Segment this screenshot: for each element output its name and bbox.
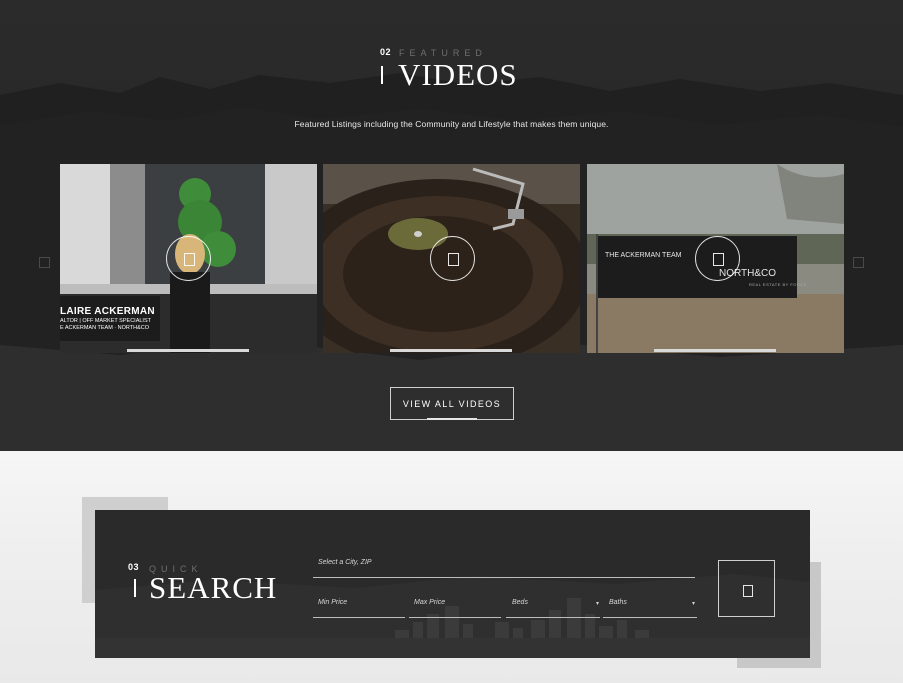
- banner-team: THE ACKERMAN TEAM: [605, 252, 682, 259]
- location-underline: [313, 577, 695, 578]
- section-number: 03: [128, 562, 140, 572]
- arrow-right-icon[interactable]: [853, 257, 864, 268]
- beds-select[interactable]: Beds: [512, 599, 528, 606]
- min-price-underline: [313, 617, 405, 618]
- view-all-videos-button[interactable]: VIEW ALL VIDEOS: [390, 387, 514, 420]
- baths-select[interactable]: Baths: [609, 599, 627, 606]
- arrow-left-icon[interactable]: [39, 257, 50, 268]
- chevron-down-icon[interactable]: ▾: [692, 600, 695, 607]
- lower-third-name: LAIRE ACKERMAN: [60, 306, 155, 317]
- lower-third-role: ALTOR | OFF MARKET SPECIALIST: [60, 318, 151, 324]
- location-input[interactable]: Select a City, ZIP: [318, 559, 372, 566]
- featured-videos-section: 02 FEATURED VIDEOS Featured Listings inc…: [0, 0, 903, 451]
- beds-underline: [506, 617, 600, 618]
- max-price-input[interactable]: Max Price: [414, 599, 445, 606]
- banner-tagline: REAL ESTATE BY FORCE: [749, 282, 807, 287]
- baths-underline: [603, 617, 697, 618]
- video-card-turntable[interactable]: [323, 164, 580, 353]
- card-underline: [127, 349, 249, 352]
- section-title: SEARCH: [149, 570, 278, 605]
- heading-accent-bar: [134, 579, 136, 597]
- play-icon[interactable]: [695, 236, 740, 281]
- heading-accent-bar: [381, 66, 383, 84]
- lower-third: LAIRE ACKERMAN ALTOR | OFF MARKET SPECIA…: [60, 306, 155, 331]
- card-underline: [654, 349, 776, 352]
- play-icon[interactable]: [430, 236, 475, 281]
- section-title: VIDEOS: [398, 57, 518, 92]
- video-card-ackerman-banner[interactable]: THE ACKERMAN TEAM NORTH&CO REAL ESTATE B…: [587, 164, 844, 353]
- section-number: 02: [380, 47, 392, 57]
- max-price-underline: [409, 617, 501, 618]
- videos-subtitle: Featured Listings including the Communit…: [294, 119, 609, 129]
- lower-third-team: E ACKERMAN TEAM · NORTH&CO: [60, 325, 150, 331]
- video-card-ackerman-interview[interactable]: LAIRE ACKERMAN ALTOR | OFF MARKET SPECIA…: [60, 164, 317, 353]
- quick-search-panel: 03 QUICK SEARCH Select a City, ZIP Min P…: [95, 510, 810, 658]
- search-button[interactable]: [718, 560, 775, 617]
- card-underline: [390, 349, 512, 352]
- play-icon[interactable]: [166, 236, 211, 281]
- min-price-input[interactable]: Min Price: [318, 599, 347, 606]
- chevron-down-icon[interactable]: ▾: [596, 600, 599, 607]
- video-carousel: LAIRE ACKERMAN ALTOR | OFF MARKET SPECIA…: [60, 164, 844, 354]
